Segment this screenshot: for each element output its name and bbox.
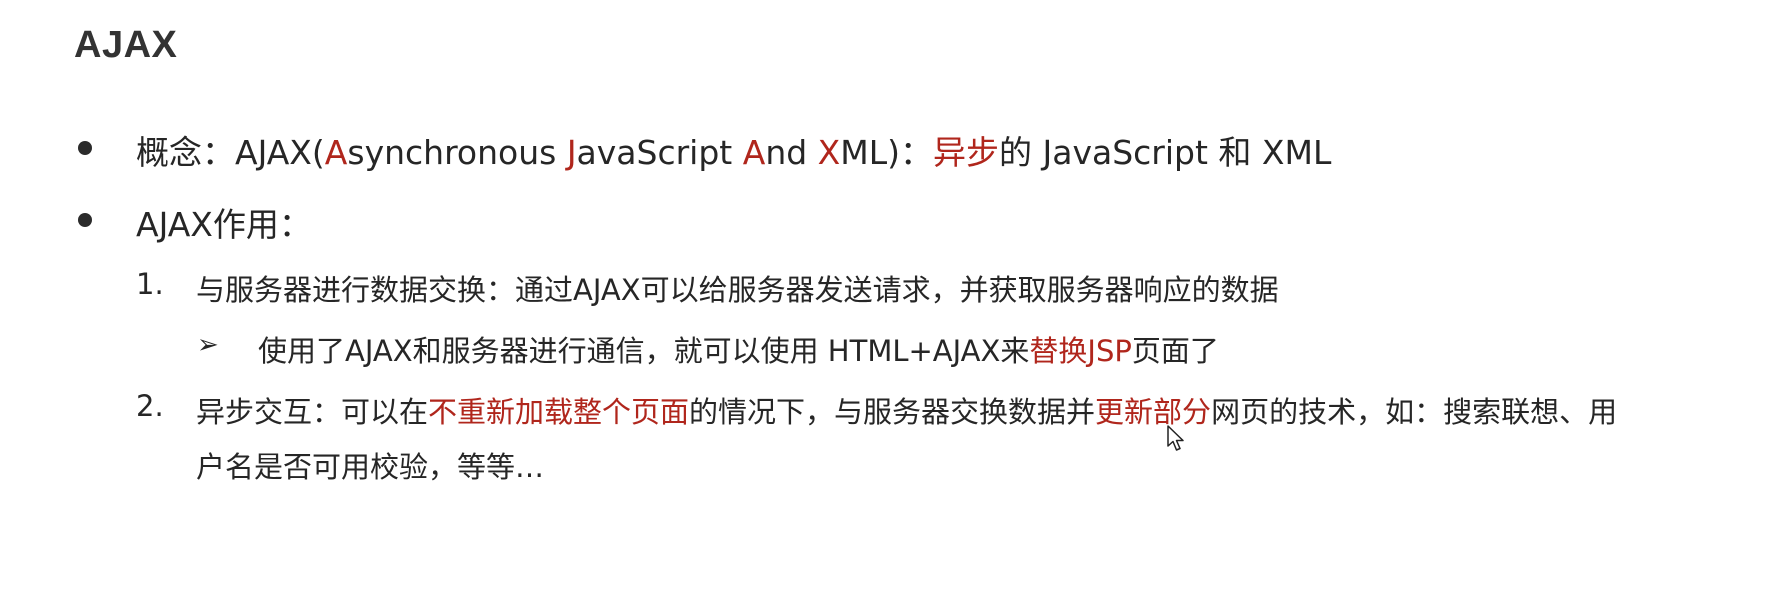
item-2-highlight-1: 不重新加载整个页面 [428,395,690,429]
concept-line: 概念：AJAX(Asynchronous JavaScript And XML)… [136,126,1331,174]
bullet-dot-icon [78,141,92,155]
concept-xml: ML)： [840,133,934,172]
arrow-bullet-icon: ➢ [197,330,219,360]
mouse-pointer-icon [1167,425,1184,451]
role-heading: AJAX作用： [136,205,312,244]
sub-item-text: 使用了AJAX和服务器进行通信，就可以使用 HTML+AJAX来替换JSP页面了 [258,328,1219,370]
acronym-letter-a: A [324,133,348,172]
sub-item-suffix: 页面了 [1131,334,1219,368]
concept-prefix: 概念：AJAX( [136,133,325,172]
item-2-part-2: 的情况下，与服务器交换数据并 [689,395,1096,429]
concept-javascript: avaScript [576,133,743,172]
item-2-line-1: 异步交互：可以在不重新加载整个页面的情况下，与服务器交换数据并更新部分网页的技术… [196,389,1617,431]
slide: AJAX 概念：AJAX(Asynchronous JavaScript And… [0,0,1766,602]
item-1-text: 与服务器进行数据交换：通过AJAX可以给服务器发送请求，并获取服务器响应的数据 [196,273,1279,307]
item-number-1: 1. [136,267,164,301]
concept-synchronous: synchronous [347,133,567,172]
sub-item-highlight: 替换JSP [1029,334,1132,368]
concept-async-highlight: 异步 [933,133,1000,172]
acronym-letter-a2: A [742,133,766,172]
item-2-line-2: 户名是否可用校验，等等… [196,450,545,484]
item-2-part-1: 异步交互：可以在 [196,395,429,429]
slide-title: AJAX [74,24,178,66]
bullet-dot-icon [78,213,92,227]
acronym-letter-j: J [566,133,577,172]
sub-item-prefix: 使用了AJAX和服务器进行通信，就可以使用 HTML+AJAX来 [258,334,1030,368]
concept-suffix: 的 JavaScript 和 XML [999,133,1332,172]
concept-and: nd [765,133,818,172]
item-number-2: 2. [136,389,164,423]
item-2-part-3: 网页的技术，如：搜索联想、用 [1211,395,1618,429]
item-2-highlight-2: 更新部分 [1095,395,1212,429]
acronym-letter-x: X [817,133,841,172]
